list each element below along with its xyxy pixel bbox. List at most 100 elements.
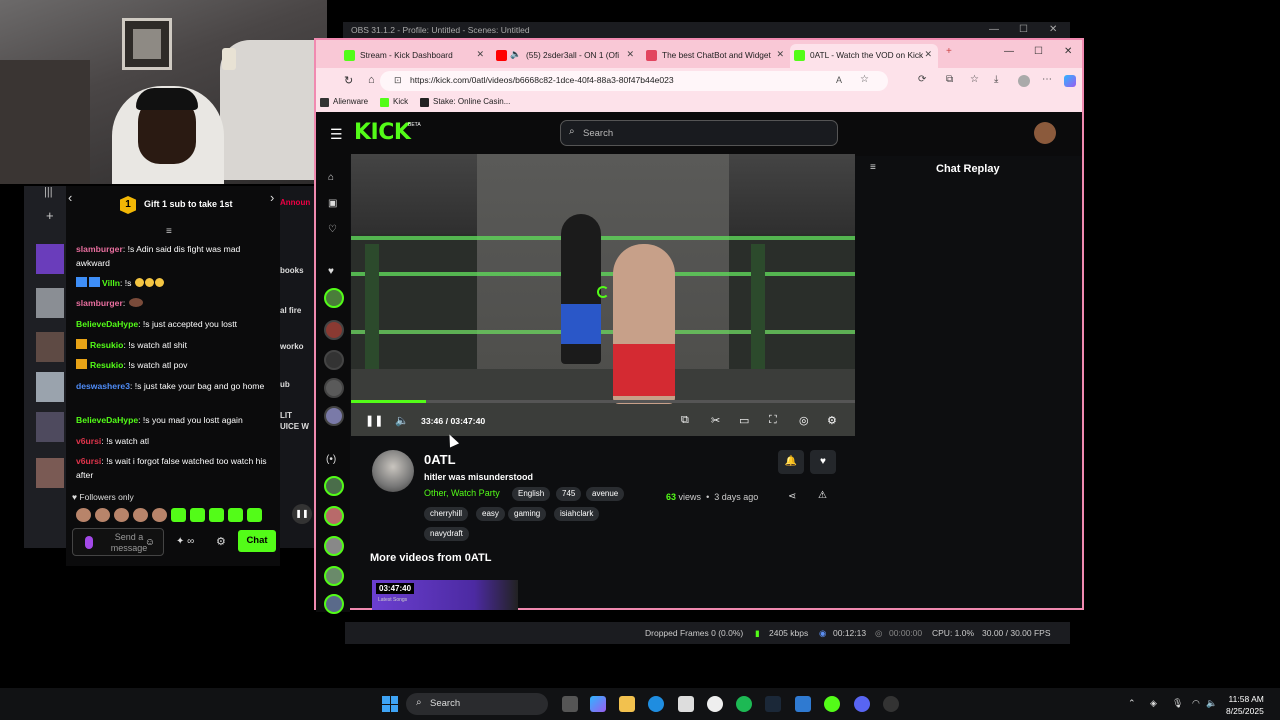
gear-icon[interactable]: ⚙ <box>216 535 226 548</box>
obs-thumb[interactable] <box>36 332 64 362</box>
collapse-chat-icon[interactable]: ≡ <box>870 162 876 173</box>
emote-button[interactable] <box>133 508 148 522</box>
tag-chip[interactable]: isiahclark <box>554 507 600 521</box>
browser-tab[interactable]: Stream - Kick Dashboard ✕ <box>340 44 490 68</box>
bookmark-alienware[interactable]: Alienware <box>320 97 368 107</box>
followed-channel-avatar[interactable] <box>324 350 344 370</box>
add-icon[interactable]: + <box>46 208 54 223</box>
infinity-icon[interactable]: ✦ ∞ <box>176 536 194 547</box>
home-icon[interactable]: ⌂ <box>328 172 334 183</box>
pause-icon[interactable]: ❚❚ <box>292 504 312 524</box>
chat-username[interactable]: slamburger <box>76 244 123 254</box>
maximize-icon[interactable]: ☐ <box>1034 46 1043 57</box>
close-tab-icon[interactable]: ✕ <box>776 49 784 60</box>
follow-heart-button[interactable]: ♥ <box>810 450 836 474</box>
obs-thumb[interactable] <box>36 372 64 402</box>
emote-button[interactable] <box>171 508 186 522</box>
gift-sub-label[interactable]: Gift 1 sub to take 1st <box>144 199 233 209</box>
favorites-icon[interactable]: ☆ <box>970 74 979 85</box>
minimize-icon[interactable]: — <box>1004 46 1014 57</box>
refresh-extension-icon[interactable]: ⟳ <box>918 74 926 85</box>
speaker-icon[interactable]: 🔈 <box>1206 698 1217 709</box>
kick-app-icon[interactable] <box>824 696 840 712</box>
following-icon[interactable]: ♥ <box>328 266 334 277</box>
recommended-channel-avatar[interactable] <box>324 476 344 496</box>
emote-button[interactable] <box>190 508 205 522</box>
obs-icon[interactable] <box>883 696 899 712</box>
followed-channel-avatar[interactable] <box>324 320 344 340</box>
video-thumbnail[interactable]: 03:47:40 Latest Songs <box>372 580 518 610</box>
microphone-icon[interactable]: 🎙 <box>1172 698 1183 709</box>
heart-outline-icon[interactable]: ♡ <box>328 224 337 235</box>
share-icon[interactable]: ⋖ <box>788 491 796 502</box>
extension-icon[interactable]: ⧉ <box>946 74 953 85</box>
pip-icon[interactable]: ⧉ <box>681 414 689 427</box>
chat-username[interactable]: Resukio <box>90 340 123 350</box>
file-explorer-icon[interactable] <box>619 696 635 712</box>
home-icon[interactable]: ⌂ <box>368 74 375 86</box>
mic-icon[interactable] <box>85 536 93 549</box>
live-icon[interactable]: (•) <box>326 454 336 465</box>
browser-tab-active[interactable]: 0ATL - Watch the VOD on Kick ✕ <box>790 44 938 68</box>
followed-channel-avatar[interactable] <box>324 288 344 308</box>
windows-start-icon[interactable] <box>382 696 398 712</box>
speed-icon[interactable]: ◎ <box>799 414 809 427</box>
followed-channel-avatar[interactable] <box>324 406 344 426</box>
discord-icon[interactable] <box>854 696 870 712</box>
chat-username[interactable]: v6ursi <box>76 436 101 446</box>
obs-thumb[interactable] <box>36 244 64 274</box>
browser-tab[interactable]: The best ChatBot and Widget ✕ <box>642 44 790 68</box>
video-player[interactable]: ❚❚ 🔈 33:46 / 03:47:40 ⧉ ✂ ▭ ⛶ ◎ ⚙ <box>351 154 855 436</box>
browser-tab[interactable]: 🔈 (55) 2sder3all - ON 1 (Ofi ✕ <box>492 44 640 68</box>
chat-username[interactable]: v6ursi <box>76 456 101 466</box>
app-icon[interactable] <box>795 696 811 712</box>
copilot-icon[interactable] <box>1064 75 1076 87</box>
chevron-right-icon[interactable]: › <box>270 190 274 205</box>
tag-chip[interactable]: cherryhill <box>424 507 469 521</box>
chevron-left-icon[interactable]: ‹ <box>68 190 72 205</box>
obs-thumb[interactable] <box>36 288 64 318</box>
clip-icon[interactable]: ✂ <box>711 414 720 427</box>
clock[interactable]: 11:58 AM 8/25/2025 <box>1226 693 1264 717</box>
bookmark-stake[interactable]: Stake: Online Casin... <box>420 97 510 107</box>
alienware-icon[interactable] <box>707 696 723 712</box>
read-aloud-icon[interactable]: A <box>836 75 842 85</box>
task-view-icon[interactable] <box>562 696 578 712</box>
maximize-icon[interactable]: ☐ <box>1019 24 1028 35</box>
menu-icon[interactable]: ☰ <box>330 126 343 143</box>
recommended-channel-avatar[interactable] <box>324 536 344 556</box>
site-info-icon[interactable]: ⊡ <box>394 75 402 86</box>
chat-username[interactable]: Villn <box>102 278 120 288</box>
wifi-icon[interactable]: ◠ <box>1192 698 1200 709</box>
close-tab-icon[interactable]: ✕ <box>924 49 932 60</box>
store-icon[interactable] <box>678 696 694 712</box>
search-input[interactable]: ⌕ Search <box>560 120 838 146</box>
pause-icon[interactable]: ❚❚ <box>365 414 383 427</box>
avatar[interactable] <box>1034 122 1056 144</box>
edge-icon[interactable] <box>648 696 664 712</box>
spotify-icon[interactable] <box>736 696 752 712</box>
emote-button[interactable] <box>209 508 224 522</box>
video-category[interactable]: Other, Watch Party <box>424 488 500 498</box>
emote-button[interactable] <box>114 508 129 522</box>
profile-icon[interactable] <box>1018 75 1030 87</box>
theater-icon[interactable]: ▭ <box>739 414 749 427</box>
steam-icon[interactable] <box>765 696 781 712</box>
volume-icon[interactable]: 🔈 <box>395 414 409 427</box>
taskbar-search[interactable]: ⌕ Search <box>406 693 548 715</box>
channel-avatar[interactable] <box>372 450 414 492</box>
notification-bell-button[interactable]: 🔔 <box>778 450 804 474</box>
chat-username[interactable]: BelieveDaHype <box>76 415 138 425</box>
emoji-icon[interactable]: ☺ <box>145 537 155 548</box>
browse-icon[interactable]: ▣ <box>328 198 337 209</box>
emote-button[interactable] <box>76 508 91 522</box>
seek-bar[interactable] <box>351 400 855 403</box>
emote-button[interactable] <box>228 508 243 522</box>
new-tab-icon[interactable]: + <box>946 46 952 57</box>
tag-chip[interactable]: easy <box>476 507 505 521</box>
tag-chip[interactable]: gaming <box>508 507 547 521</box>
fullscreen-icon[interactable]: ⛶ <box>769 414 777 427</box>
chevron-up-icon[interactable]: ⌃ <box>1128 698 1136 709</box>
close-tab-icon[interactable]: ✕ <box>626 49 634 60</box>
bookmark-kick[interactable]: Kick <box>380 97 408 107</box>
